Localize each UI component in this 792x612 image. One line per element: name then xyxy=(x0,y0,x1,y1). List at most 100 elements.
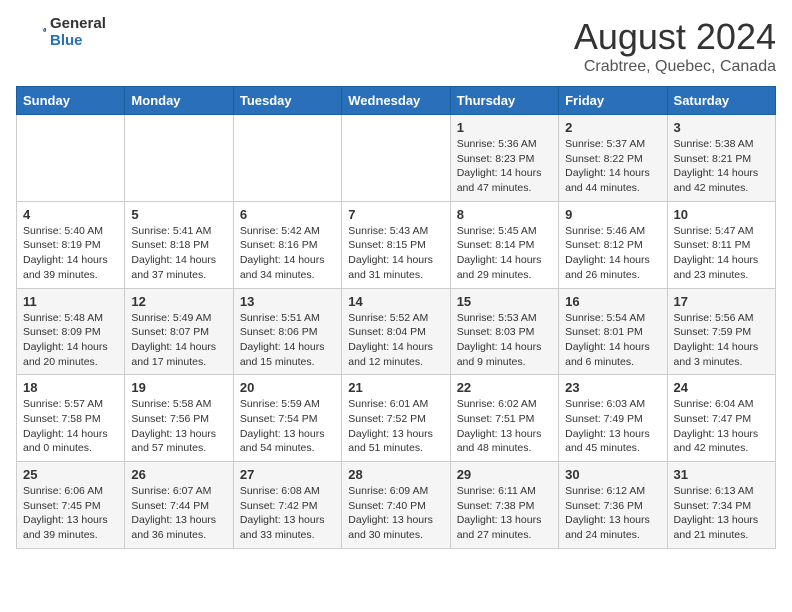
day-number: 16 xyxy=(565,294,660,309)
day-header-friday: Friday xyxy=(559,87,667,115)
day-number: 7 xyxy=(348,207,443,222)
day-number: 13 xyxy=(240,294,335,309)
calendar-cell: 13 Sunrise: 5:51 AM Sunset: 8:06 PM Dayli… xyxy=(233,288,341,375)
day-header-wednesday: Wednesday xyxy=(342,87,450,115)
day-info: Sunrise: 6:07 AM Sunset: 7:44 PM Dayligh… xyxy=(131,484,226,543)
calendar-cell: 18 Sunrise: 5:57 AM Sunset: 7:58 PM Dayli… xyxy=(17,375,125,462)
calendar-cell: 28Sunrise: 6:09 AM Sunset: 7:40 PM Dayli… xyxy=(342,462,450,549)
day-number: 11 xyxy=(23,294,118,309)
calendar-cell xyxy=(342,115,450,202)
logo-blue: Blue xyxy=(50,33,106,50)
day-number: 26 xyxy=(131,467,226,482)
day-info: Sunrise: 6:03 AM Sunset: 7:49 PM Dayligh… xyxy=(565,397,660,456)
calendar-cell: 31 Sunrise: 6:13 AM Sunset: 7:34 PM Dayli… xyxy=(667,462,775,549)
calendar-cell: 26 Sunrise: 6:07 AM Sunset: 7:44 PM Dayli… xyxy=(125,462,233,549)
calendar-cell: 30 Sunrise: 6:12 AM Sunset: 7:36 PM Dayli… xyxy=(559,462,667,549)
day-number: 19 xyxy=(131,380,226,395)
day-info: Sunrise: 5:54 AM Sunset: 8:01 PM Dayligh… xyxy=(565,311,660,370)
logo-svg xyxy=(16,18,46,48)
day-number: 29 xyxy=(457,467,552,482)
calendar-cell: 11 Sunrise: 5:48 AM Sunset: 8:09 PM Dayli… xyxy=(17,288,125,375)
calendar-cell: 7 Sunrise: 5:43 AM Sunset: 8:15 PM Daylig… xyxy=(342,201,450,288)
day-info: Sunrise: 6:11 AM Sunset: 7:38 PM Dayligh… xyxy=(457,484,552,543)
calendar-cell: 5Sunrise: 5:41 AM Sunset: 8:18 PM Daylig… xyxy=(125,201,233,288)
day-number: 6 xyxy=(240,207,335,222)
calendar-body: 1 Sunrise: 5:36 AM Sunset: 8:23 PM Daylig… xyxy=(17,115,776,549)
day-number: 23 xyxy=(565,380,660,395)
day-info: Sunrise: 5:58 AM Sunset: 7:56 PM Dayligh… xyxy=(131,397,226,456)
calendar-cell xyxy=(125,115,233,202)
week-row-1: 1 Sunrise: 5:36 AM Sunset: 8:23 PM Daylig… xyxy=(17,115,776,202)
day-number: 28 xyxy=(348,467,443,482)
day-number: 17 xyxy=(674,294,769,309)
day-info: Sunrise: 5:51 AM Sunset: 8:06 PM Dayligh… xyxy=(240,311,335,370)
day-info: Sunrise: 6:02 AM Sunset: 7:51 PM Dayligh… xyxy=(457,397,552,456)
day-info: Sunrise: 6:06 AM Sunset: 7:45 PM Dayligh… xyxy=(23,484,118,543)
day-info: Sunrise: 5:53 AM Sunset: 8:03 PM Dayligh… xyxy=(457,311,552,370)
day-info: Sunrise: 5:42 AM Sunset: 8:16 PM Dayligh… xyxy=(240,224,335,283)
day-header-saturday: Saturday xyxy=(667,87,775,115)
day-info: Sunrise: 5:43 AM Sunset: 8:15 PM Dayligh… xyxy=(348,224,443,283)
calendar-cell: 25 Sunrise: 6:06 AM Sunset: 7:45 PM Dayli… xyxy=(17,462,125,549)
day-info: Sunrise: 5:36 AM Sunset: 8:23 PM Dayligh… xyxy=(457,137,552,196)
day-number: 12 xyxy=(131,294,226,309)
logo-text: General Blue xyxy=(50,16,106,49)
calendar-cell: 23 Sunrise: 6:03 AM Sunset: 7:49 PM Dayli… xyxy=(559,375,667,462)
calendar-cell: 3Sunrise: 5:38 AM Sunset: 8:21 PM Daylig… xyxy=(667,115,775,202)
week-row-4: 18 Sunrise: 5:57 AM Sunset: 7:58 PM Dayli… xyxy=(17,375,776,462)
day-number: 30 xyxy=(565,467,660,482)
logo: General Blue xyxy=(16,16,106,49)
day-header-thursday: Thursday xyxy=(450,87,558,115)
day-info: Sunrise: 5:57 AM Sunset: 7:58 PM Dayligh… xyxy=(23,397,118,456)
day-number: 20 xyxy=(240,380,335,395)
day-info: Sunrise: 5:37 AM Sunset: 8:22 PM Dayligh… xyxy=(565,137,660,196)
day-number: 1 xyxy=(457,120,552,135)
calendar-cell: 24 Sunrise: 6:04 AM Sunset: 7:47 PM Dayli… xyxy=(667,375,775,462)
calendar-cell: 19 Sunrise: 5:58 AM Sunset: 7:56 PM Dayli… xyxy=(125,375,233,462)
calendar-header: SundayMondayTuesdayWednesdayThursdayFrid… xyxy=(17,87,776,115)
day-header-monday: Monday xyxy=(125,87,233,115)
day-number: 18 xyxy=(23,380,118,395)
calendar-cell: 2 Sunrise: 5:37 AM Sunset: 8:22 PM Daylig… xyxy=(559,115,667,202)
week-row-2: 4Sunrise: 5:40 AM Sunset: 8:19 PM Daylig… xyxy=(17,201,776,288)
day-info: Sunrise: 5:52 AM Sunset: 8:04 PM Dayligh… xyxy=(348,311,443,370)
day-info: Sunrise: 5:45 AM Sunset: 8:14 PM Dayligh… xyxy=(457,224,552,283)
calendar-cell: 4Sunrise: 5:40 AM Sunset: 8:19 PM Daylig… xyxy=(17,201,125,288)
subtitle: Crabtree, Quebec, Canada xyxy=(574,58,776,76)
day-number: 9 xyxy=(565,207,660,222)
day-info: Sunrise: 5:47 AM Sunset: 8:11 PM Dayligh… xyxy=(674,224,769,283)
day-number: 5 xyxy=(131,207,226,222)
day-info: Sunrise: 5:49 AM Sunset: 8:07 PM Dayligh… xyxy=(131,311,226,370)
day-number: 24 xyxy=(674,380,769,395)
day-info: Sunrise: 6:13 AM Sunset: 7:34 PM Dayligh… xyxy=(674,484,769,543)
day-number: 31 xyxy=(674,467,769,482)
day-info: Sunrise: 5:38 AM Sunset: 8:21 PM Dayligh… xyxy=(674,137,769,196)
calendar-cell: 21Sunrise: 6:01 AM Sunset: 7:52 PM Dayli… xyxy=(342,375,450,462)
day-number: 2 xyxy=(565,120,660,135)
day-info: Sunrise: 6:12 AM Sunset: 7:36 PM Dayligh… xyxy=(565,484,660,543)
day-number: 15 xyxy=(457,294,552,309)
calendar-cell: 10 Sunrise: 5:47 AM Sunset: 8:11 PM Dayli… xyxy=(667,201,775,288)
calendar-cell: 8 Sunrise: 5:45 AM Sunset: 8:14 PM Daylig… xyxy=(450,201,558,288)
calendar-cell: 12 Sunrise: 5:49 AM Sunset: 8:07 PM Dayli… xyxy=(125,288,233,375)
day-info: Sunrise: 5:59 AM Sunset: 7:54 PM Dayligh… xyxy=(240,397,335,456)
day-info: Sunrise: 5:40 AM Sunset: 8:19 PM Dayligh… xyxy=(23,224,118,283)
calendar-cell: 27Sunrise: 6:08 AM Sunset: 7:42 PM Dayli… xyxy=(233,462,341,549)
title-section: August 2024 Crabtree, Quebec, Canada xyxy=(574,16,776,76)
calendar-cell: 9Sunrise: 5:46 AM Sunset: 8:12 PM Daylig… xyxy=(559,201,667,288)
calendar-cell: 17Sunrise: 5:56 AM Sunset: 7:59 PM Dayli… xyxy=(667,288,775,375)
day-number: 27 xyxy=(240,467,335,482)
day-info: Sunrise: 5:48 AM Sunset: 8:09 PM Dayligh… xyxy=(23,311,118,370)
day-number: 8 xyxy=(457,207,552,222)
calendar-cell: 1 Sunrise: 5:36 AM Sunset: 8:23 PM Daylig… xyxy=(450,115,558,202)
week-row-5: 25 Sunrise: 6:06 AM Sunset: 7:45 PM Dayli… xyxy=(17,462,776,549)
day-number: 10 xyxy=(674,207,769,222)
day-number: 14 xyxy=(348,294,443,309)
calendar-cell xyxy=(17,115,125,202)
calendar-cell xyxy=(233,115,341,202)
day-number: 25 xyxy=(23,467,118,482)
day-number: 21 xyxy=(348,380,443,395)
day-info: Sunrise: 6:04 AM Sunset: 7:47 PM Dayligh… xyxy=(674,397,769,456)
day-header-sunday: Sunday xyxy=(17,87,125,115)
day-header-tuesday: Tuesday xyxy=(233,87,341,115)
